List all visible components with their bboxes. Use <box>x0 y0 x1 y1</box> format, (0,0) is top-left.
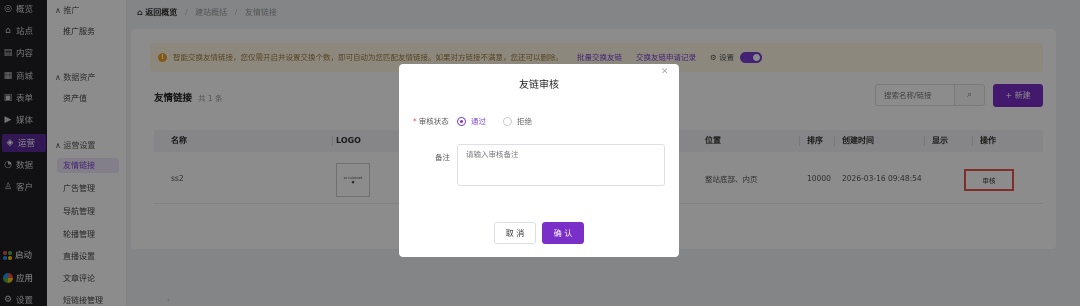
radio-reject-label: 拒绝 <box>517 117 532 126</box>
audit-modal: 友链审核 ✕ *审核状态 通过 拒绝 备注 取 消 确 认 <box>399 64 679 257</box>
close-icon[interactable]: ✕ <box>661 67 669 77</box>
confirm-button[interactable]: 确 认 <box>542 222 584 244</box>
radio-approve-label: 通过 <box>471 117 486 126</box>
remark-textarea[interactable] <box>457 144 665 186</box>
status-label: * 审核状态 <box>413 116 449 127</box>
cancel-button[interactable]: 取 消 <box>494 222 536 244</box>
required-marker: * <box>413 117 417 126</box>
remark-label: 备注 <box>435 153 450 162</box>
modal-title: 友链审核 <box>519 80 559 91</box>
radio-unchecked-icon <box>503 117 512 126</box>
radio-checked-icon <box>457 117 466 126</box>
status-label-text: 审核状态 <box>418 117 449 126</box>
radio-reject[interactable]: 拒绝 <box>503 116 532 127</box>
radio-approve[interactable]: 通过 <box>457 116 486 127</box>
